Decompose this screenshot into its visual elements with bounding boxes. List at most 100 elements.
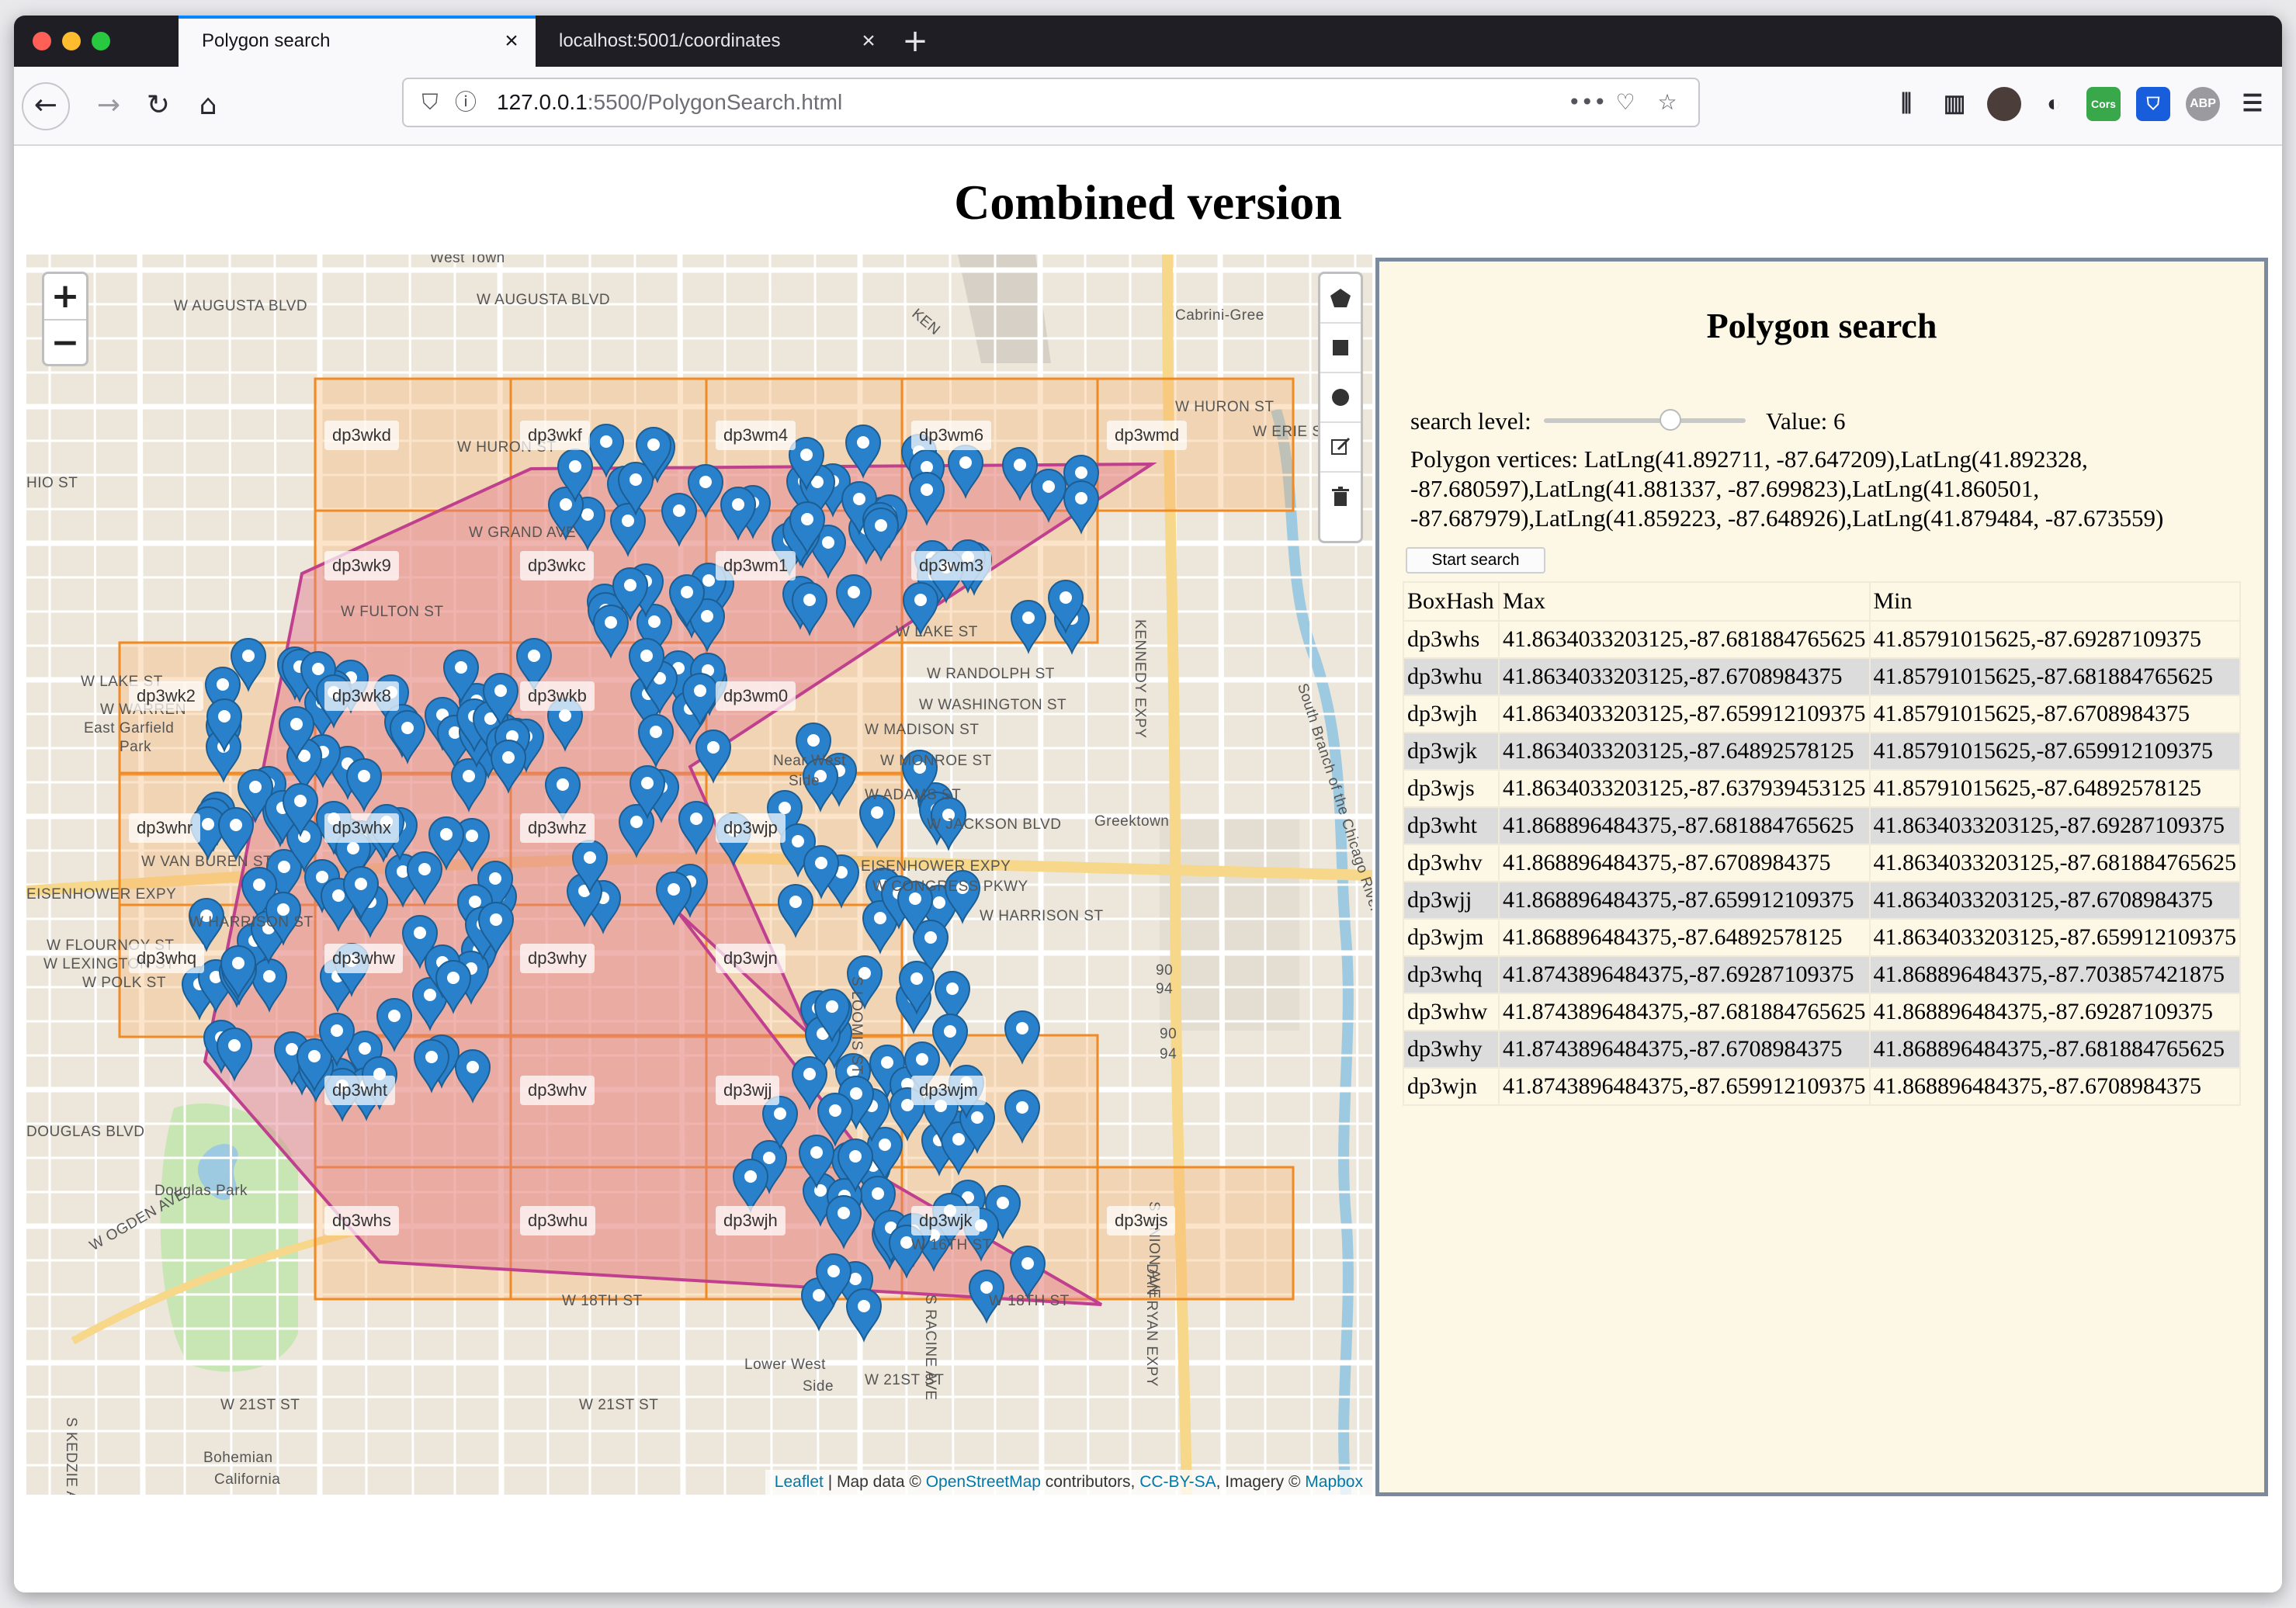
adblock-icon[interactable]: ABP bbox=[2186, 87, 2220, 121]
url-host: 127.0.0.1 bbox=[497, 90, 588, 114]
geohash-cell-label: dp3wm1 bbox=[716, 551, 796, 580]
column-header-boxhash: BoxHash bbox=[1403, 581, 1500, 622]
street-label: S LOOMIS ST bbox=[848, 976, 865, 1075]
forward-arrow-icon[interactable]: → bbox=[88, 85, 129, 126]
start-search-button[interactable]: Start search bbox=[1406, 547, 1545, 574]
square-icon bbox=[1333, 340, 1348, 355]
geohash-cell-label: dp3wjm bbox=[911, 1076, 986, 1105]
leaflet-link[interactable]: Leaflet bbox=[775, 1473, 824, 1491]
draw-polygon-button[interactable] bbox=[1320, 274, 1361, 324]
cell-min: 41.868896484375,-87.681884765625 bbox=[1868, 1030, 2241, 1069]
page-actions-icon[interactable]: ••• bbox=[1568, 88, 1607, 116]
search-level-slider[interactable] bbox=[1544, 418, 1746, 423]
cell-min: 41.8634033203125,-87.681884765625 bbox=[1868, 844, 2241, 882]
home-icon[interactable]: ⌂ bbox=[188, 85, 228, 126]
street-label: EISENHOWER EXPY bbox=[861, 858, 1011, 875]
draw-toolbar bbox=[1318, 272, 1363, 543]
street-label: W 21ST ST bbox=[220, 1397, 300, 1413]
attribution-text-1: | Map data © bbox=[823, 1473, 926, 1491]
address-bar[interactable]: ⛉ ⓘ 127.0.0.1:5500/PolygonSearch.html ••… bbox=[402, 78, 1700, 127]
url-text[interactable]: 127.0.0.1:5500/PolygonSearch.html bbox=[497, 90, 842, 115]
cell-min: 41.868896484375,-87.69287109375 bbox=[1868, 993, 2241, 1031]
account-avatar-icon[interactable] bbox=[1987, 87, 2021, 121]
cell-max: 41.868896484375,-87.64892578125 bbox=[1498, 918, 1871, 957]
geohash-cell-label: dp3whx bbox=[324, 813, 399, 843]
maximize-window-button[interactable] bbox=[92, 32, 110, 50]
street-label: Side bbox=[803, 1378, 834, 1395]
bookmark-star-icon[interactable]: ☆ bbox=[1653, 88, 1681, 116]
close-window-button[interactable] bbox=[33, 32, 51, 50]
street-label: East Garfield bbox=[84, 720, 175, 736]
cell-boxhash: dp3why bbox=[1403, 1030, 1500, 1069]
cell-boxhash: dp3whw bbox=[1403, 993, 1500, 1031]
geohash-cell-label: dp3wk9 bbox=[324, 551, 399, 580]
cell-boxhash: dp3wjs bbox=[1403, 769, 1500, 808]
street-label: W CONGRESS PKWY bbox=[872, 879, 1028, 895]
zoom-in-button[interactable]: + bbox=[44, 274, 86, 319]
pocket-icon[interactable]: ♡ bbox=[1611, 88, 1639, 116]
geohash-cell-label: dp3whw bbox=[324, 944, 403, 973]
container-extension-icon[interactable]: ◐ bbox=[2037, 87, 2071, 121]
edit-layers-button[interactable] bbox=[1320, 423, 1361, 473]
table-row: dp3wjs 41.8634033203125,-87.637939453125 4… bbox=[1403, 769, 2241, 808]
delete-layers-button[interactable] bbox=[1320, 473, 1361, 521]
tab-label: Polygon search bbox=[202, 30, 331, 51]
tab-polygon-search[interactable]: Polygon search × bbox=[179, 16, 536, 67]
reload-icon[interactable]: ↻ bbox=[138, 85, 179, 126]
cors-extension-icon[interactable]: Cors bbox=[2086, 87, 2121, 121]
table-row: dp3wjn 41.8743896484375,-87.659912109375 4… bbox=[1403, 1067, 2241, 1106]
street-label: S RACINE AVE bbox=[922, 1294, 938, 1401]
page-title: Combined version bbox=[954, 175, 1342, 230]
street-label: West Town bbox=[430, 255, 505, 266]
tab-coordinates[interactable]: localhost:5001/coordinates × bbox=[536, 16, 893, 67]
shield-icon[interactable]: ⛉ bbox=[416, 88, 444, 116]
library-icon[interactable]: ⫼ bbox=[1889, 87, 1923, 121]
close-icon[interactable]: × bbox=[498, 28, 525, 54]
geohash-cell-label: dp3wkc bbox=[520, 551, 594, 580]
geohash-cell-label: dp3whv bbox=[520, 1076, 595, 1105]
cell-boxhash: dp3wht bbox=[1403, 806, 1500, 845]
mapbox-link[interactable]: Mapbox bbox=[1305, 1473, 1363, 1491]
street-label: W FULTON ST bbox=[341, 604, 444, 620]
draw-rectangle-button[interactable] bbox=[1320, 324, 1361, 373]
draw-circle-button[interactable] bbox=[1320, 373, 1361, 423]
map-marker-icon[interactable] bbox=[845, 1288, 883, 1343]
geohash-cell-label: dp3whr bbox=[129, 813, 201, 843]
cell-boxhash: dp3wjk bbox=[1403, 732, 1500, 771]
street-label: W LAKE ST bbox=[896, 624, 978, 640]
cell-min: 41.8634033203125,-87.6708984375 bbox=[1868, 881, 2241, 920]
openstreetmap-link[interactable]: OpenStreetMap bbox=[926, 1473, 1041, 1491]
info-icon[interactable]: ⓘ bbox=[452, 88, 480, 116]
column-header-max: Max bbox=[1498, 581, 1871, 622]
street-label: W AUGUSTA BLVD bbox=[477, 292, 611, 308]
table-row: dp3wht 41.868896484375,-87.681884765625 41… bbox=[1403, 806, 2241, 845]
street-label: W RANDOLPH ST bbox=[927, 666, 1055, 682]
back-arrow-icon[interactable]: ← bbox=[22, 82, 70, 130]
table-row: dp3why 41.8743896484375,-87.6708984375 41.… bbox=[1403, 1030, 2241, 1069]
geohash-cell-label: dp3wk8 bbox=[324, 681, 399, 711]
zoom-out-button[interactable]: − bbox=[44, 321, 86, 366]
bitwarden-shield-icon[interactable]: ⛉ bbox=[2136, 87, 2170, 121]
trash-icon bbox=[1332, 487, 1349, 506]
street-label: W 18TH ST bbox=[562, 1293, 643, 1309]
cell-max: 41.8634033203125,-87.681884765625 bbox=[1498, 620, 1871, 659]
map-view[interactable]: West Town W AUGUSTA BLVD W AUGUSTA BLVD Cab… bbox=[26, 255, 1372, 1495]
search-level-label: search level: bbox=[1410, 407, 1531, 435]
minimize-window-button[interactable] bbox=[62, 32, 81, 50]
street-label: 90 bbox=[1156, 962, 1174, 979]
sidebar-icon[interactable]: ▥ bbox=[1937, 87, 1972, 121]
cell-min: 41.85791015625,-87.64892578125 bbox=[1868, 769, 2241, 808]
cell-min: 41.868896484375,-87.6708984375 bbox=[1868, 1067, 2241, 1106]
geohash-cell-label: dp3wm0 bbox=[716, 681, 796, 711]
license-link[interactable]: CC-BY-SA bbox=[1139, 1473, 1216, 1491]
cell-boxhash: dp3wjj bbox=[1403, 881, 1500, 920]
street-label: Cabrini-Gree bbox=[1175, 307, 1264, 324]
geohash-cell-label: dp3wmd bbox=[1107, 421, 1188, 450]
new-tab-plus-icon[interactable]: + bbox=[896, 22, 935, 61]
cell-boxhash: dp3whq bbox=[1403, 955, 1500, 994]
close-icon[interactable]: × bbox=[855, 28, 882, 54]
street-label: W MONROE ST bbox=[880, 753, 992, 769]
hamburger-menu-icon[interactable]: ☰ bbox=[2235, 87, 2270, 121]
geohash-cell-label: dp3wjn bbox=[716, 944, 786, 973]
search-level-slider-thumb[interactable] bbox=[1659, 409, 1681, 431]
